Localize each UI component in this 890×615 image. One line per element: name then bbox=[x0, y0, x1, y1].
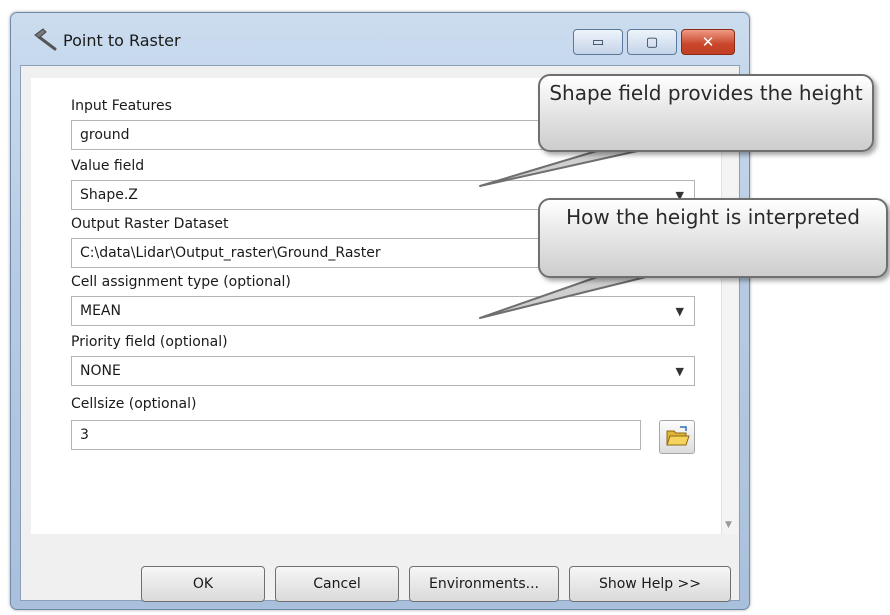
close-icon: ✕ bbox=[701, 33, 715, 51]
close-button[interactable]: ✕ bbox=[681, 29, 735, 55]
cancel-button[interactable]: Cancel bbox=[275, 566, 399, 602]
input-features-label: Input Features bbox=[71, 98, 172, 114]
value-field-label: Value field bbox=[71, 158, 145, 174]
tool-hammer-icon bbox=[34, 28, 57, 51]
priority-field-value: NONE bbox=[80, 363, 121, 379]
cell-assignment-value: MEAN bbox=[80, 303, 121, 319]
minimize-icon: ▭ bbox=[591, 34, 605, 50]
open-folder-icon bbox=[666, 426, 690, 446]
cellsize-field[interactable]: 3 bbox=[71, 420, 641, 450]
maximize-button[interactable]: ▢ bbox=[627, 29, 677, 55]
minimize-button[interactable]: ▭ bbox=[573, 29, 623, 55]
height-interpretation-callout: How the height is interpreted bbox=[538, 198, 888, 278]
browse-button[interactable] bbox=[659, 420, 695, 454]
environments-button[interactable]: Environments... bbox=[409, 566, 559, 602]
window-title: Point to Raster bbox=[63, 31, 181, 50]
cell-assignment-dropdown[interactable]: MEAN ▼ bbox=[71, 296, 695, 326]
shape-field-callout: Shape field provides the height bbox=[538, 74, 874, 152]
input-features-field[interactable]: ground bbox=[71, 120, 591, 150]
title-bar[interactable]: Point to Raster ▭ ▢ ✕ bbox=[11, 13, 749, 63]
output-raster-label: Output Raster Dataset bbox=[71, 216, 229, 232]
chevron-down-icon: ▼ bbox=[675, 365, 684, 378]
chevron-down-icon: ▼ bbox=[675, 305, 684, 318]
output-raster-field[interactable]: C:\data\Lidar\Output_raster\Ground_Raste… bbox=[71, 238, 591, 268]
cell-assignment-label: Cell assignment type (optional) bbox=[71, 274, 291, 290]
value-field-value: Shape.Z bbox=[80, 187, 138, 203]
priority-field-dropdown[interactable]: NONE ▼ bbox=[71, 356, 695, 386]
scroll-down-icon[interactable]: ▼ bbox=[725, 520, 732, 530]
priority-field-label: Priority field (optional) bbox=[71, 334, 228, 350]
maximize-icon: ▢ bbox=[645, 34, 659, 50]
cellsize-label: Cellsize (optional) bbox=[71, 396, 197, 412]
ok-button[interactable]: OK bbox=[141, 566, 265, 602]
show-help-button[interactable]: Show Help >> bbox=[569, 566, 731, 602]
